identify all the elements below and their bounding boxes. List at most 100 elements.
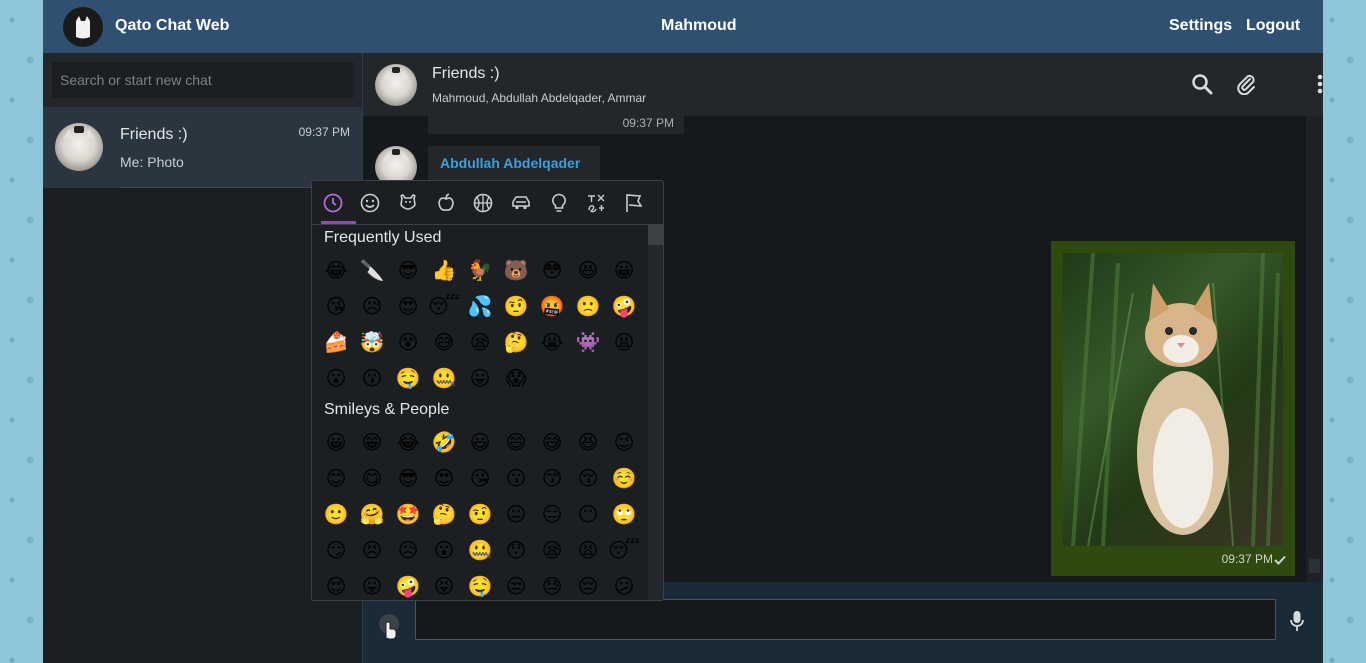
emoji-button[interactable]: 🔪 xyxy=(354,252,390,288)
emoji-picker-toggle-icon[interactable] xyxy=(377,612,401,640)
emoji-button[interactable]: 😂 xyxy=(390,424,426,460)
recent-icon[interactable] xyxy=(322,192,344,214)
group-avatar[interactable] xyxy=(375,64,417,106)
emoji-button[interactable]: 😆 xyxy=(570,252,606,288)
chat-list-item[interactable]: Friends :) 09:37 PM Me: Photo xyxy=(43,107,362,188)
emoji-button[interactable]: 😶 xyxy=(570,496,606,532)
emoji-button[interactable]: 😯 xyxy=(498,532,534,568)
emoji-button[interactable]: 😅 xyxy=(426,324,462,360)
emoji-button[interactable]: 🤨 xyxy=(462,496,498,532)
emoji-button[interactable]: 😭 xyxy=(534,324,570,360)
animal-icon[interactable] xyxy=(397,192,419,214)
emoji-button[interactable]: 😁 xyxy=(354,424,390,460)
emoji-button[interactable]: 😑 xyxy=(534,496,570,532)
emoji-button[interactable]: 👾 xyxy=(570,324,606,360)
emoji-button[interactable]: 😀 xyxy=(606,252,642,288)
search-icon[interactable] xyxy=(1191,73,1213,95)
emoji-button[interactable]: 🐓 xyxy=(462,252,498,288)
emoji-button[interactable]: 🤤 xyxy=(390,360,426,396)
emoji-button[interactable]: 💦 xyxy=(462,288,498,324)
emoji-button[interactable]: 😔 xyxy=(570,568,606,600)
emoji-button[interactable]: 😂 xyxy=(318,252,354,288)
emoji-button[interactable]: ☺️ xyxy=(606,460,642,496)
emoji-button[interactable]: 😌 xyxy=(318,568,354,600)
emoji-button[interactable]: 😗 xyxy=(498,460,534,496)
emoji-button[interactable]: 😣 xyxy=(354,532,390,568)
emoji-button[interactable]: 🤔 xyxy=(498,324,534,360)
cat-photo[interactable] xyxy=(1063,253,1283,546)
chat-title[interactable]: Friends :) xyxy=(432,65,500,83)
emoji-button[interactable]: 🤣 xyxy=(426,424,462,460)
emoji-button[interactable]: 😒 xyxy=(498,568,534,600)
emoji-button[interactable]: 😋 xyxy=(354,460,390,496)
emoji-button[interactable]: 🤐 xyxy=(426,360,462,396)
emoji-button[interactable]: 😏 xyxy=(318,532,354,568)
emoji-button[interactable]: 🙂 xyxy=(318,496,354,532)
emoji-button[interactable]: 😛 xyxy=(462,360,498,396)
emoji-button[interactable]: 😴 xyxy=(606,532,642,568)
emoji-button[interactable]: 😛 xyxy=(354,568,390,600)
emoji-button[interactable]: 😓 xyxy=(534,568,570,600)
travel-icon[interactable] xyxy=(510,192,532,214)
emoji-picker-scrollbar[interactable] xyxy=(648,224,663,600)
emoji-button[interactable]: 😮 xyxy=(426,532,462,568)
emoji-button[interactable]: 😳 xyxy=(534,252,570,288)
emoji-button[interactable]: 🤐 xyxy=(462,532,498,568)
emoji-button[interactable]: 🤤 xyxy=(462,568,498,600)
emoji-button[interactable]: 😫 xyxy=(570,532,606,568)
objects-icon[interactable] xyxy=(548,192,570,214)
emoji-button[interactable]: 🐻 xyxy=(498,252,534,288)
emoji-button[interactable]: 😕 xyxy=(606,568,642,600)
emoji-button[interactable]: 😎 xyxy=(390,252,426,288)
emoji-button[interactable]: 😗 xyxy=(354,360,390,396)
emoji-button[interactable]: 😮 xyxy=(318,360,354,396)
emoji-button[interactable]: 😱 xyxy=(498,360,534,396)
emoji-button[interactable]: 👍 xyxy=(426,252,462,288)
emoji-button[interactable]: 😍 xyxy=(426,460,462,496)
emoji-button[interactable]: 🙄 xyxy=(606,496,642,532)
smiley-icon[interactable] xyxy=(359,192,381,214)
symbols-icon[interactable] xyxy=(585,192,607,214)
emoji-button[interactable]: 😫 xyxy=(606,324,642,360)
emoji-button[interactable]: 🍰 xyxy=(318,324,354,360)
emoji-button[interactable]: 🤩 xyxy=(390,496,426,532)
emoji-button[interactable]: 😪 xyxy=(462,324,498,360)
emoji-button[interactable]: 🤗 xyxy=(354,496,390,532)
message-input[interactable] xyxy=(415,599,1276,640)
emoji-button[interactable]: 😘 xyxy=(462,460,498,496)
settings-link[interactable]: Settings xyxy=(1169,17,1232,35)
microphone-icon[interactable] xyxy=(1290,610,1304,632)
emoji-button[interactable]: 🤪 xyxy=(390,568,426,600)
more-vertical-icon[interactable] xyxy=(1317,73,1323,95)
emoji-button[interactable]: 😅 xyxy=(534,424,570,460)
search-input[interactable] xyxy=(52,62,354,98)
emoji-button[interactable]: 😝 xyxy=(426,568,462,600)
emoji-button[interactable]: 😚 xyxy=(570,460,606,496)
emoji-button[interactable]: 🤨 xyxy=(498,288,534,324)
emoji-button[interactable]: 😴 xyxy=(426,288,462,324)
message-scrollbar[interactable] xyxy=(1306,116,1323,582)
emoji-button[interactable]: 😘 xyxy=(318,288,354,324)
paperclip-icon[interactable] xyxy=(1235,73,1257,95)
emoji-button[interactable]: 😐 xyxy=(498,496,534,532)
emoji-button[interactable]: 🤔 xyxy=(426,496,462,532)
emoji-button[interactable]: 😵 xyxy=(390,324,426,360)
emoji-button[interactable]: 🤪 xyxy=(606,288,642,324)
outgoing-photo-message[interactable]: 09:37 PM xyxy=(1051,241,1295,576)
emoji-button[interactable]: 😊 xyxy=(318,460,354,496)
emoji-button[interactable]: 😄 xyxy=(498,424,534,460)
emoji-button[interactable]: 😃 xyxy=(462,424,498,460)
sports-icon[interactable] xyxy=(472,192,494,214)
emoji-button[interactable]: 🙁 xyxy=(570,288,606,324)
emoji-button[interactable]: 😀 xyxy=(318,424,354,460)
emoji-button[interactable]: 😙 xyxy=(534,460,570,496)
emoji-button[interactable]: 😪 xyxy=(534,532,570,568)
logout-link[interactable]: Logout xyxy=(1246,17,1300,35)
emoji-button[interactable]: 😍 xyxy=(390,288,426,324)
food-icon[interactable] xyxy=(435,192,457,214)
emoji-button[interactable]: 😆 xyxy=(570,424,606,460)
emoji-button[interactable]: 🤬 xyxy=(534,288,570,324)
emoji-button[interactable]: 🤯 xyxy=(354,324,390,360)
emoji-button[interactable]: 😎 xyxy=(390,460,426,496)
emoji-button[interactable]: 😉 xyxy=(606,424,642,460)
